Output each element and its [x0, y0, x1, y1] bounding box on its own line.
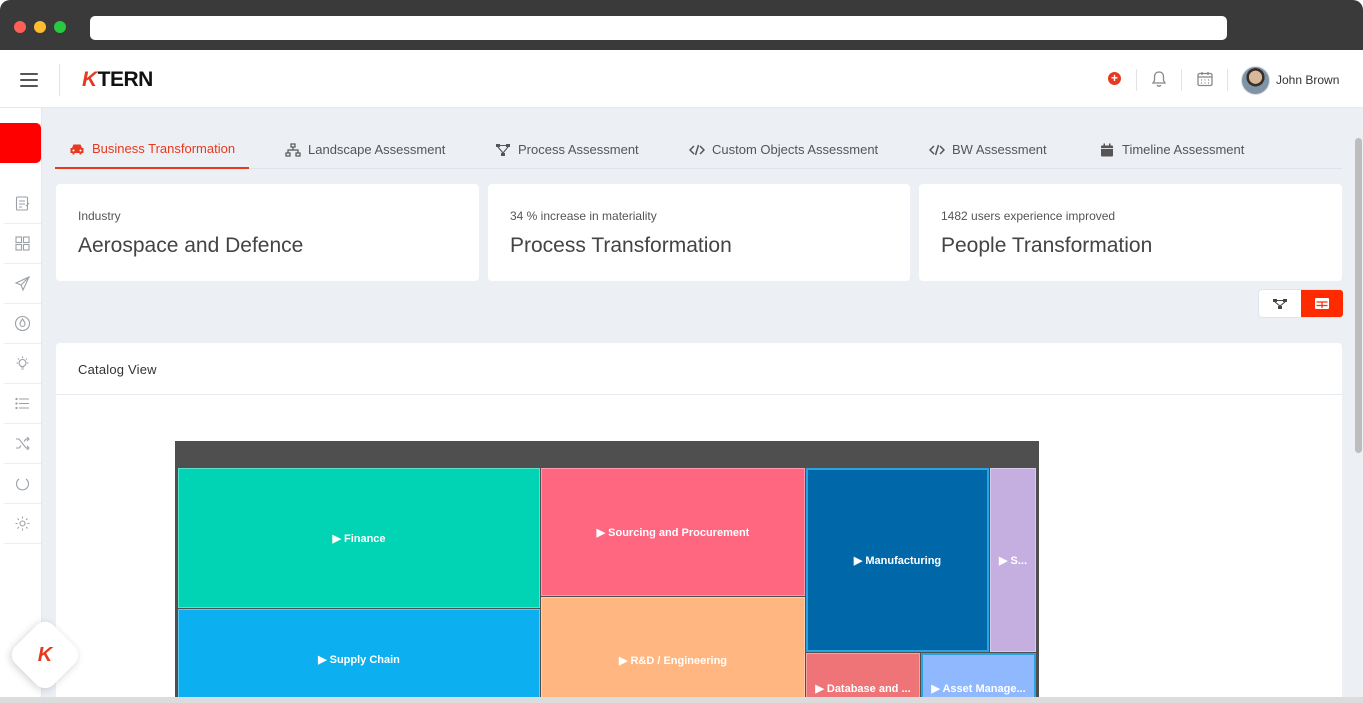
card-caption: Industry [78, 209, 121, 223]
tab-landscape-assessment[interactable]: Landscape Assessment [285, 130, 445, 169]
tile-label: ▶ R&D / Engineering [618, 654, 728, 667]
calendar-icon [1101, 143, 1113, 156]
hierarchy-icon [1273, 298, 1287, 309]
treemap-tile-manufacturing[interactable]: ▶ Manufacturing [806, 468, 989, 652]
car-icon [70, 144, 84, 154]
sidebar-item-settings[interactable] [4, 504, 41, 544]
industry-card: Industry Aerospace and Defence [56, 184, 479, 281]
people-transformation-card: 1482 users experience improved People Tr… [919, 184, 1342, 281]
diagram-view-button[interactable] [1259, 290, 1301, 317]
tile-label: ▶ Asset Manage... [931, 683, 1026, 695]
sidebar-item-bulb[interactable] [4, 344, 41, 384]
process-icon [496, 143, 510, 156]
tile-label: ▶ Sourcing and Procurement [596, 526, 750, 539]
assessment-tabs: Business Transformation Landscape Assess… [55, 130, 1342, 169]
settings-icon [15, 516, 30, 531]
table-view-button[interactable] [1301, 290, 1343, 317]
tab-label: Process Assessment [518, 142, 639, 157]
view-toggle [1258, 289, 1343, 318]
address-bar[interactable] [90, 16, 1227, 40]
tile-label: ▶ Manufacturing [853, 554, 942, 567]
tab-bw-assessment[interactable]: BW Assessment [929, 130, 1047, 169]
treemap-tile-asset-management[interactable]: ▶ Asset Manage... [921, 653, 1036, 703]
treemap-tile-s[interactable]: ▶ S... [990, 468, 1036, 652]
code-icon [929, 144, 945, 155]
header-separator [1227, 69, 1228, 91]
ktern-assistant-icon[interactable]: K [18, 628, 72, 682]
power-icon [15, 478, 30, 491]
treemap-tile-rd-engineering[interactable]: ▶ R&D / Engineering [541, 597, 805, 703]
menu-icon[interactable] [20, 73, 38, 87]
tab-label: BW Assessment [952, 142, 1047, 157]
window-bottom-edge [0, 697, 1363, 703]
card-value: Process Transformation [510, 234, 732, 257]
sidebar-item-drop[interactable] [4, 304, 41, 344]
tile-label: ▶ Supply Chain [318, 653, 400, 666]
calendar-icon[interactable] [1196, 70, 1214, 88]
avatar[interactable] [1241, 66, 1270, 95]
user-name[interactable]: John Brown [1276, 73, 1339, 87]
tab-label: Timeline Assessment [1122, 142, 1245, 157]
card-caption: 1482 users experience improved [941, 209, 1116, 223]
tab-custom-objects-assessment[interactable]: Custom Objects Assessment [689, 130, 878, 169]
sidebar-item-edit[interactable] [4, 184, 41, 224]
card-caption: 34 % increase in materiality [510, 209, 657, 223]
treemap-tile-finance[interactable]: ▶ Finance [178, 468, 540, 608]
ktern-logo[interactable]: K TERN [82, 67, 153, 93]
list-icon [15, 397, 29, 410]
send-icon [14, 275, 31, 292]
sitemap-icon [285, 142, 301, 157]
browser-chrome [0, 0, 1363, 50]
catalog-divider [56, 394, 1342, 395]
bell-icon[interactable] [1150, 70, 1168, 88]
tab-label: Business Transformation [92, 141, 236, 156]
tab-label: Landscape Assessment [308, 142, 446, 157]
tab-business-transformation[interactable]: Business Transformation [55, 130, 250, 169]
header-separator [1181, 69, 1182, 91]
code-icon [689, 144, 705, 155]
maximize-window-button[interactable] [54, 21, 66, 33]
process-transformation-card: 34 % increase in materiality Process Tra… [488, 184, 910, 281]
bulb-icon [16, 356, 29, 370]
treemap-tile-supply-chain[interactable]: ▶ Supply Chain [178, 609, 540, 703]
tile-label: ▶ Finance [332, 532, 386, 545]
tab-timeline-assessment[interactable]: Timeline Assessment [1099, 130, 1244, 169]
close-window-button[interactable] [14, 21, 26, 33]
sidebar-item-power[interactable] [4, 464, 41, 504]
sidebar-item-active[interactable] [0, 123, 41, 163]
grid-icon [15, 236, 30, 251]
card-value: People Transformation [941, 234, 1153, 257]
treemap-tile-sourcing-procurement[interactable]: ▶ Sourcing and Procurement [541, 468, 805, 596]
sidebar-item-send[interactable] [4, 264, 41, 304]
tile-label: ▶ S... [998, 554, 1028, 567]
logo-k: K [82, 68, 97, 91]
edit-icon [15, 196, 30, 211]
catalog-treemap: ▶ Finance ▶ Supply Chain ▶ Sourcing and … [175, 441, 1039, 703]
treemap-tile-database[interactable]: ▶ Database and ... [806, 653, 920, 703]
catalog-title: Catalog View [78, 362, 157, 377]
shuffle-icon [16, 436, 30, 451]
tab-label: Custom Objects Assessment [712, 142, 879, 157]
card-value: Aerospace and Defence [78, 234, 304, 257]
page-scrollbar[interactable] [1355, 138, 1362, 453]
add-button[interactable]: + [1108, 72, 1121, 85]
tile-label: ▶ Database and ... [815, 683, 911, 695]
header-separator [1136, 69, 1137, 91]
minimize-window-button[interactable] [34, 21, 46, 33]
sidebar-item-shuffle[interactable] [4, 424, 41, 464]
header-divider [59, 64, 60, 96]
sidebar-item-grid[interactable] [4, 224, 41, 264]
sidebar-item-list[interactable] [4, 384, 41, 424]
drop-icon [14, 315, 31, 332]
logo-text: TERN [97, 68, 154, 91]
table-icon [1315, 298, 1329, 309]
tab-process-assessment[interactable]: Process Assessment [495, 130, 639, 169]
